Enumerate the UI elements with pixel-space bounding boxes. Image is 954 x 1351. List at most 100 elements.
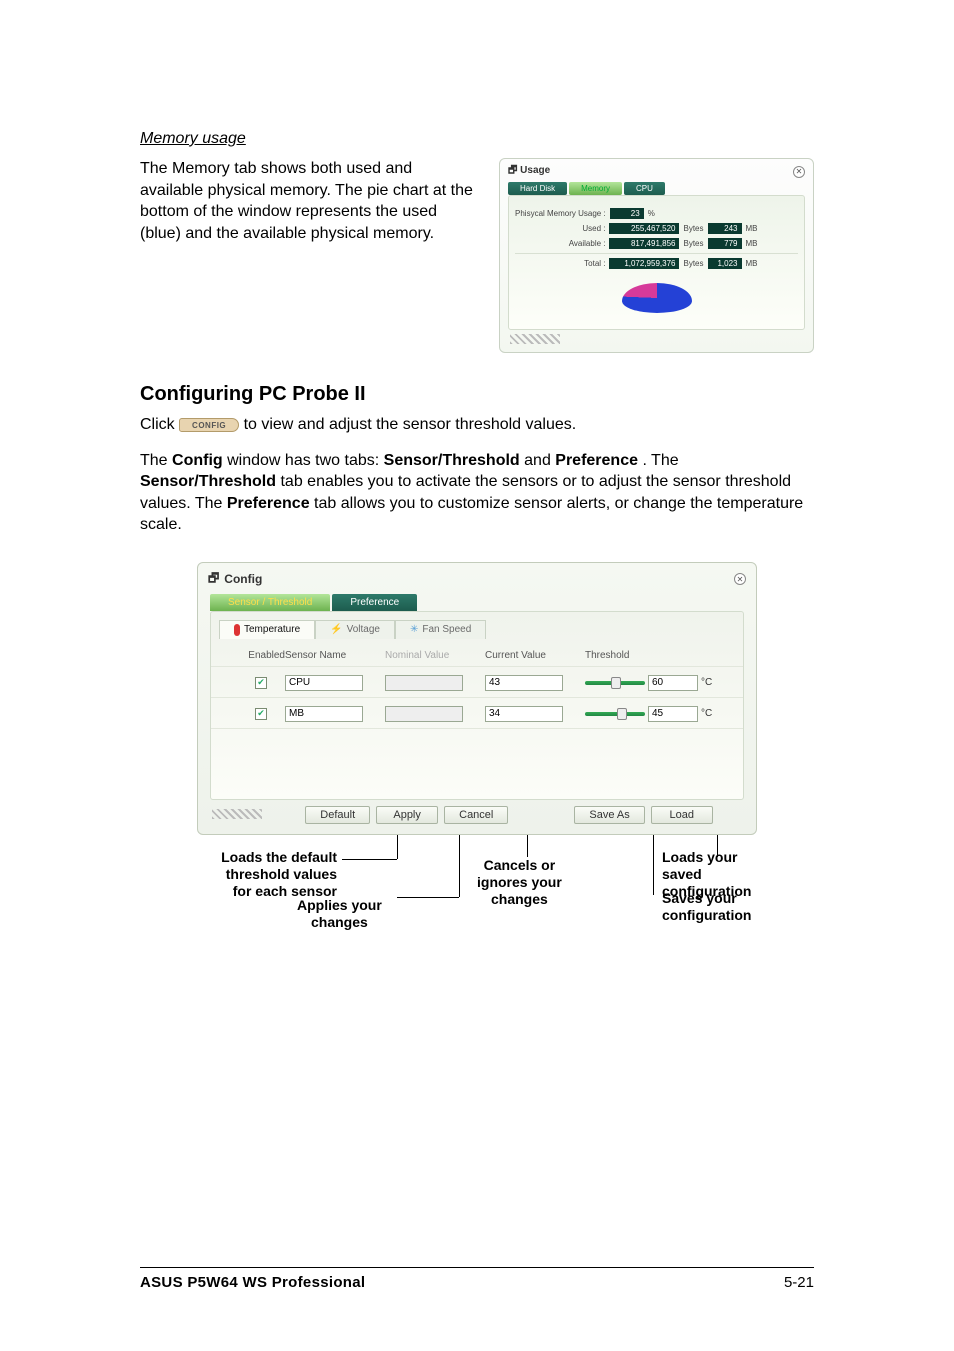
threshold-input[interactable] <box>648 675 698 691</box>
tab-hard-disk[interactable]: Hard Disk <box>508 182 567 195</box>
text-fragment: to view and adjust the sensor threshold … <box>244 416 577 433</box>
section-title-memory-usage: Memory usage <box>140 130 814 148</box>
nominal-input[interactable] <box>385 706 463 722</box>
footer-left: ASUS P5W64 WS Professional <box>140 1274 365 1291</box>
text-fragment: Click <box>140 416 179 433</box>
label-available: Available : <box>555 239 605 248</box>
unit-bytes: Bytes <box>683 239 703 248</box>
usage-headline-value: 23 <box>610 208 644 219</box>
callout-line <box>397 897 459 898</box>
usage-panel: 🗗 Usage ✕ Hard Disk Memory CPU Phisycal … <box>499 158 814 353</box>
apply-button[interactable]: Apply <box>376 806 438 824</box>
tab-memory[interactable]: Memory <box>569 182 622 195</box>
subtab-fan-speed[interactable]: Fan Speed <box>395 620 486 639</box>
usage-body: Phisycal Memory Usage : 23 % Used : 255,… <box>508 195 805 330</box>
config-title-text: Config <box>224 572 262 586</box>
bold-config: Config <box>172 452 223 469</box>
tab-sensor-threshold[interactable]: Sensor / Threshold <box>210 594 330 611</box>
col-enabled: Enabled <box>225 650 285 661</box>
subtab-voltage[interactable]: Voltage <box>315 620 395 639</box>
usage-row-used: Used : 255,467,520 Bytes 243 MB <box>515 223 798 234</box>
config-title: 🗗 Config <box>208 569 262 590</box>
value-used-mb: 243 <box>708 223 742 234</box>
checkbox-enabled[interactable]: ✔ <box>255 677 267 689</box>
subtab-label: Voltage <box>347 624 380 635</box>
callout-apply: Applies your changes <box>297 897 382 931</box>
close-icon[interactable]: ✕ <box>734 573 746 585</box>
tab-preference[interactable]: Preference <box>332 594 417 611</box>
subtab-label: Fan Speed <box>422 624 471 635</box>
table-header-row: Enabled Sensor Name Nominal Value Curren… <box>211 645 743 667</box>
col-current: Current Value <box>485 650 585 661</box>
unit-label: °C <box>701 677 712 688</box>
cancel-button[interactable]: Cancel <box>444 806 508 824</box>
subtab-label: Temperature <box>244 624 300 635</box>
callout-line <box>459 835 460 897</box>
callout-line <box>653 835 654 895</box>
current-input <box>485 706 563 722</box>
table-row: ✔ °C <box>211 698 743 729</box>
close-icon[interactable]: ✕ <box>793 166 805 178</box>
usage-row-available: Available : 817,491,856 Bytes 779 MB <box>515 238 798 249</box>
threshold-slider[interactable] <box>585 681 645 685</box>
unit-mb: MB <box>746 259 758 268</box>
heading-configuring: Configuring PC Probe II <box>140 383 814 406</box>
bold-sensor-threshold-2: Sensor/Threshold <box>140 473 276 490</box>
page-footer: ASUS P5W64 WS Professional 5-21 <box>140 1267 814 1291</box>
save-as-button[interactable]: Save As <box>574 806 644 824</box>
value-available-mb: 779 <box>708 238 742 249</box>
paragraph-click-config: Click CONFIG to view and adjust the sens… <box>140 414 814 436</box>
subtab-temperature[interactable]: Temperature <box>219 620 315 639</box>
checkbox-enabled[interactable]: ✔ <box>255 708 267 720</box>
callout-save: Saves your configuration <box>662 890 751 924</box>
tab-cpu[interactable]: CPU <box>624 182 665 195</box>
col-sensor-name: Sensor Name <box>285 650 385 661</box>
label-used: Used : <box>555 224 605 233</box>
unit-bytes: Bytes <box>683 224 703 233</box>
threshold-slider[interactable] <box>585 712 645 716</box>
unit-bytes: Bytes <box>683 259 703 268</box>
config-panel: 🗗 Config ✕ Sensor / Threshold Preference… <box>197 562 757 835</box>
nominal-input[interactable] <box>385 675 463 691</box>
threshold-input[interactable] <box>648 706 698 722</box>
value-total-mb: 1,023 <box>708 258 742 269</box>
col-threshold: Threshold <box>585 650 725 661</box>
sensor-name-input[interactable] <box>285 675 363 691</box>
button-row-left: Default Apply Cancel Save As Load <box>262 806 756 824</box>
paragraph-config-tabs: The Config window has two tabs: Sensor/T… <box>140 450 814 536</box>
unit-mb: MB <box>746 224 758 233</box>
threshold-cell: °C <box>585 675 725 691</box>
config-titlebar: 🗗 Config ✕ <box>198 563 756 590</box>
text-fragment: window has two tabs: <box>227 452 384 469</box>
config-inner: Temperature Voltage Fan Speed Enabled Se… <box>210 611 744 800</box>
resize-grip-icon <box>212 809 262 819</box>
callouts: Loads the default threshold values for e… <box>197 835 757 955</box>
default-button[interactable]: Default <box>305 806 370 824</box>
callout-line <box>342 859 397 860</box>
table-row: ✔ °C <box>211 667 743 698</box>
col-nominal: Nominal Value <box>385 650 485 661</box>
usage-title: 🗗 Usage <box>508 163 550 180</box>
config-panel-wrap: 🗗 Config ✕ Sensor / Threshold Preference… <box>140 562 814 955</box>
usage-tabs: Hard Disk Memory CPU <box>508 182 813 195</box>
slider-thumb-icon[interactable] <box>617 708 627 720</box>
sensor-name-input[interactable] <box>285 706 363 722</box>
load-button[interactable]: Load <box>651 806 713 824</box>
slider-thumb-icon[interactable] <box>611 677 621 689</box>
usage-titlebar: 🗗 Usage ✕ <box>500 159 813 180</box>
callout-line <box>397 835 398 859</box>
threshold-cell: °C <box>585 706 725 722</box>
usage-headline: Phisycal Memory Usage : 23 % <box>515 208 798 219</box>
text-fragment: The <box>140 452 172 469</box>
usage-title-text: Usage <box>520 165 550 176</box>
bold-preference: Preference <box>555 452 638 469</box>
callout-cancel: Cancels or ignores your changes <box>477 857 562 907</box>
text-fragment: . The <box>642 452 678 469</box>
label-total: Total : <box>555 259 605 268</box>
config-sub-tabs: Temperature Voltage Fan Speed <box>219 620 743 639</box>
usage-headline-unit: % <box>648 209 655 218</box>
value-used-bytes: 255,467,520 <box>609 223 679 234</box>
bold-preference-2: Preference <box>227 495 310 512</box>
unit-label: °C <box>701 708 712 719</box>
config-top-tabs: Sensor / Threshold Preference <box>210 594 756 611</box>
